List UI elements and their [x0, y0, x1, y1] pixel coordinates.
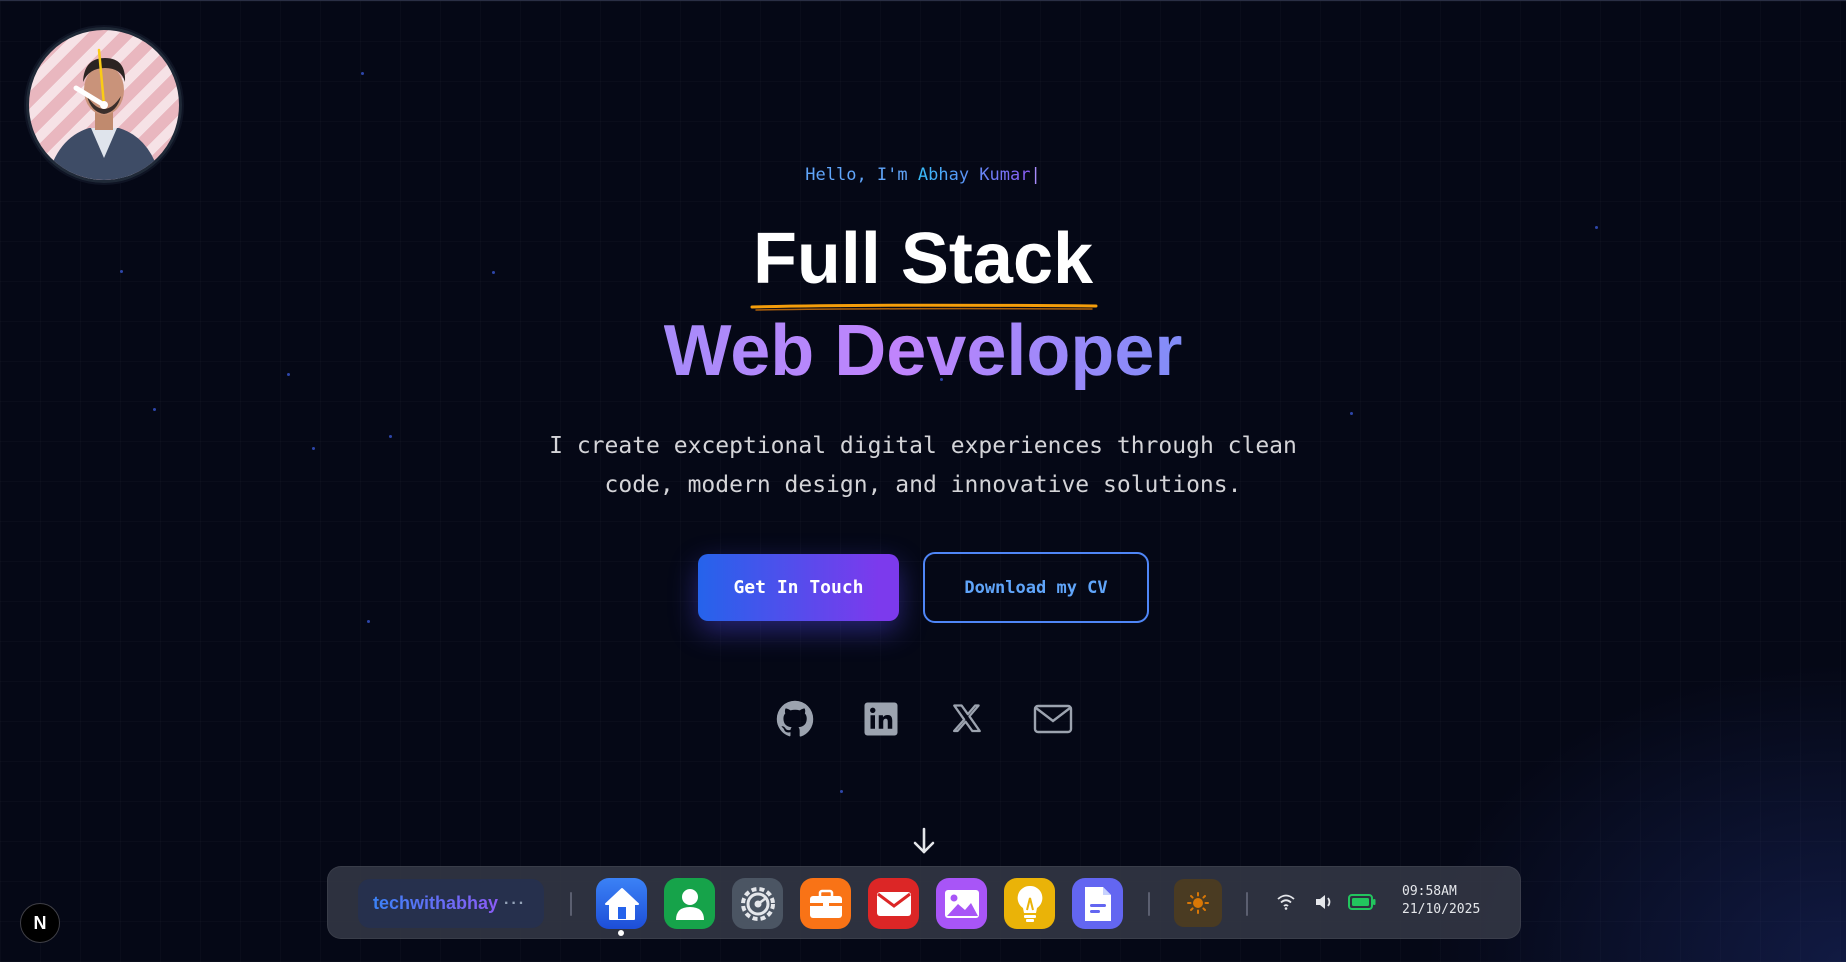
- settings-app-icon[interactable]: [732, 878, 783, 929]
- scroll-down-arrow-icon[interactable]: [909, 826, 939, 856]
- star-dot: [389, 435, 392, 438]
- dock-time: 09:58AM: [1402, 884, 1457, 899]
- wifi-icon[interactable]: [1276, 893, 1296, 911]
- dock-clock: 09:58AM 21/10/2025: [1402, 883, 1480, 919]
- linkedin-icon[interactable]: [861, 699, 901, 739]
- dock-bar: techwithabhay ··· 09:58AM 21/10/2025: [327, 866, 1521, 939]
- hero-title-line2-text: Web Developer: [663, 311, 1183, 391]
- dock-separator: [570, 892, 572, 916]
- volume-icon[interactable]: [1314, 893, 1334, 911]
- star-dot: [312, 447, 315, 450]
- brand-pill[interactable]: techwithabhay ···: [358, 879, 544, 928]
- portfolio-page: Hello, I'm Abhay Kumar| Full Stack Web D…: [0, 0, 1846, 962]
- mail-icon[interactable]: [1033, 699, 1073, 739]
- x-icon[interactable]: [947, 699, 987, 739]
- about-app-icon[interactable]: [664, 878, 715, 929]
- star-dot: [153, 408, 156, 411]
- star-dot: [840, 790, 843, 793]
- brand-name: techwithabhay: [373, 893, 499, 913]
- star-dot: [367, 620, 370, 623]
- mail-app-icon[interactable]: [868, 878, 919, 929]
- projects-app-icon[interactable]: [800, 878, 851, 929]
- hero-title-line2: Web Developer: [0, 311, 1846, 391]
- get-in-touch-button[interactable]: Get In Touch: [698, 554, 899, 621]
- avatar-photo-icon: [47, 48, 161, 180]
- resume-app-icon[interactable]: [1072, 878, 1123, 929]
- greeting-name: Abhay Kumar: [917, 165, 1031, 185]
- dock-separator: [1148, 892, 1150, 916]
- star-dot: [361, 72, 364, 75]
- greeting-prefix: Hello, I'm: [805, 165, 918, 185]
- dock-date: 21/10/2025: [1402, 902, 1481, 917]
- tagline-line1: I create exceptional digital experiences…: [549, 433, 1297, 459]
- avatar-clock[interactable]: [26, 27, 182, 183]
- framework-badge[interactable]: N: [20, 903, 60, 943]
- hero-title-line1: Full Stack: [752, 219, 1094, 299]
- download-cv-button[interactable]: Download my CV: [923, 552, 1149, 623]
- home-app-icon[interactable]: [596, 878, 647, 929]
- active-app-indicator: [618, 930, 624, 936]
- typing-cursor: |: [1030, 165, 1041, 185]
- gallery-app-icon[interactable]: [936, 878, 987, 929]
- greeting-line: Hello, I'm Abhay Kumar|: [0, 165, 1846, 185]
- dock-separator: [1246, 892, 1248, 916]
- hero-tagline: I create exceptional digital experiences…: [523, 427, 1323, 505]
- github-icon[interactable]: [775, 699, 815, 739]
- tagline-line2: code, modern design, and innovative solu…: [604, 472, 1242, 498]
- brand-dots: ···: [504, 894, 527, 912]
- star-dot: [1350, 412, 1353, 415]
- sun-icon[interactable]: [1174, 879, 1222, 927]
- ideas-app-icon[interactable]: [1004, 878, 1055, 929]
- battery-icon: [1348, 894, 1376, 910]
